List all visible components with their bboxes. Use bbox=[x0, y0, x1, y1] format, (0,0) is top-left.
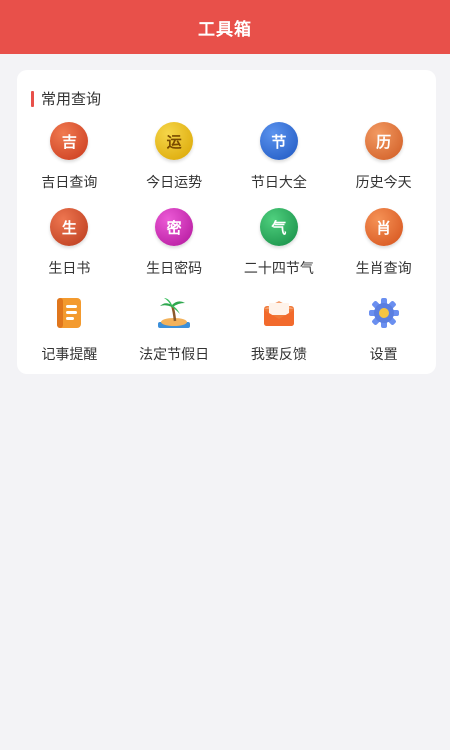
tool-settings[interactable]: 设置 bbox=[331, 294, 436, 380]
zodiac-icon: 肖 bbox=[364, 208, 403, 246]
tool-label: 节日大全 bbox=[250, 175, 307, 191]
page-title: 工具箱 bbox=[198, 19, 252, 40]
tool-notes-reminder[interactable]: 记事提醒 bbox=[17, 294, 122, 380]
birthday-code-icon: 密 bbox=[155, 208, 194, 246]
tool-label: 生日书 bbox=[48, 261, 91, 277]
tools-card: 常用查询 吉 吉日查询 运 今日运势 节 节日大全 历 历史今天 生 生日书 密… bbox=[17, 70, 436, 374]
beach-palm-icon bbox=[155, 294, 193, 332]
notepad-icon bbox=[50, 294, 88, 332]
tool-label: 生日密码 bbox=[146, 261, 203, 277]
section-header: 常用查询 bbox=[31, 88, 101, 109]
gear-icon bbox=[365, 294, 403, 332]
solar-terms-icon: 气 bbox=[259, 208, 298, 246]
section-accent-bar bbox=[31, 90, 34, 107]
birthday-book-icon: 生 bbox=[50, 208, 89, 246]
tool-label: 今日运势 bbox=[146, 175, 203, 191]
section-title: 常用查询 bbox=[41, 90, 102, 108]
history-icon: 历 bbox=[364, 122, 403, 160]
tool-label: 我要反馈 bbox=[250, 347, 307, 363]
tool-label: 生肖查询 bbox=[355, 261, 412, 277]
tool-birthday-code[interactable]: 密 生日密码 bbox=[122, 208, 227, 294]
tool-label: 设置 bbox=[369, 347, 398, 363]
tool-festival[interactable]: 节 节日大全 bbox=[227, 122, 332, 208]
tool-auspicious-day[interactable]: 吉 吉日查询 bbox=[17, 122, 122, 208]
tool-fortune[interactable]: 运 今日运势 bbox=[122, 122, 227, 208]
tool-birthday-book[interactable]: 生 生日书 bbox=[17, 208, 122, 294]
mail-envelope-icon bbox=[260, 294, 298, 332]
auspicious-day-icon: 吉 bbox=[50, 122, 89, 160]
tool-label: 记事提醒 bbox=[41, 347, 98, 363]
tool-solar-terms[interactable]: 气 二十四节气 bbox=[227, 208, 332, 294]
tool-history[interactable]: 历 历史今天 bbox=[331, 122, 436, 208]
tool-zodiac[interactable]: 肖 生肖查询 bbox=[331, 208, 436, 294]
tool-label: 二十四节气 bbox=[243, 261, 314, 277]
tool-feedback[interactable]: 我要反馈 bbox=[227, 294, 332, 380]
tool-label: 吉日查询 bbox=[41, 175, 98, 191]
fortune-icon: 运 bbox=[155, 122, 194, 160]
app-header: 工具箱 bbox=[0, 0, 450, 54]
festival-icon: 节 bbox=[259, 122, 298, 160]
tools-grid: 吉 吉日查询 运 今日运势 节 节日大全 历 历史今天 生 生日书 密 生日密码… bbox=[17, 122, 436, 380]
tool-label: 历史今天 bbox=[355, 175, 412, 191]
tool-label: 法定节假日 bbox=[139, 347, 210, 363]
tool-public-holidays[interactable]: 法定节假日 bbox=[122, 294, 227, 380]
